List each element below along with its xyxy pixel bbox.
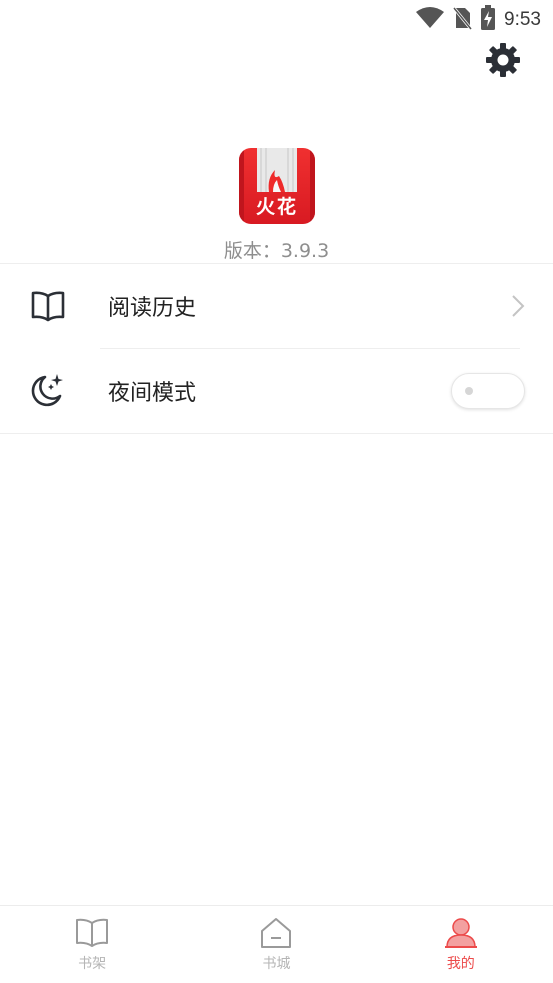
book-open-icon	[28, 286, 68, 326]
status-icons: 9:53	[416, 5, 541, 35]
app-version: 版本：3.9.3	[223, 240, 330, 262]
nav-label-bookshelf: 书架	[78, 956, 107, 972]
nav-label-mine: 我的	[446, 956, 475, 972]
night-mode-toggle[interactable]	[451, 373, 525, 409]
moon-stars-icon	[28, 371, 68, 411]
reading-history-label: 阅读历史	[108, 296, 197, 321]
app-logo-text: 火花	[255, 196, 298, 218]
status-time: 9:53	[504, 9, 541, 30]
gear-icon	[485, 42, 521, 82]
bottom-nav: 书架 书城 我的	[0, 905, 553, 983]
menu-item-night-mode: 夜间模式	[0, 349, 553, 433]
no-sim-icon	[452, 6, 473, 34]
wifi-icon	[416, 7, 445, 33]
divider	[0, 433, 553, 434]
user-icon	[443, 915, 479, 951]
nav-item-mine[interactable]: 我的	[369, 906, 553, 983]
nav-label-bookstore: 书城	[262, 956, 291, 972]
nav-item-bookshelf[interactable]: 书架	[0, 906, 184, 983]
nav-item-bookstore[interactable]: 书城	[184, 906, 368, 983]
chevron-right-icon	[507, 294, 527, 318]
menu-item-reading-history[interactable]: 阅读历史	[0, 264, 553, 348]
bookshelf-icon	[74, 915, 110, 951]
app-logo: 火花	[239, 148, 315, 224]
home-icon	[258, 915, 294, 951]
status-bar: 9:53	[0, 0, 553, 38]
settings-button[interactable]	[483, 42, 523, 82]
battery-charging-icon	[480, 5, 496, 35]
night-mode-label: 夜间模式	[108, 381, 197, 406]
toggle-knob	[465, 387, 473, 395]
